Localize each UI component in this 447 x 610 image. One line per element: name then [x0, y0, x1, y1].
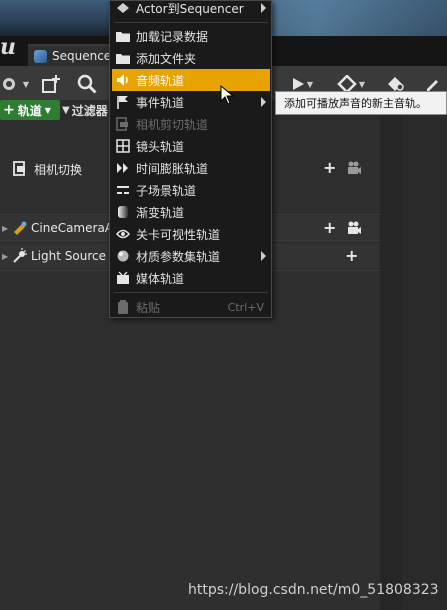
subscene-icon	[116, 183, 130, 197]
fade-icon	[116, 205, 130, 219]
track-label: Light Source	[31, 249, 106, 263]
menu-item-label: 粘贴	[136, 300, 161, 315]
menu-item-actor-to-sequencer[interactable]: Actor到Sequencer	[112, 0, 270, 19]
menu-item-label: 媒体轨道	[136, 271, 185, 286]
menu-item-audio-track[interactable]: 音频轨道	[112, 69, 270, 91]
menu-item-media-track[interactable]: 媒体轨道	[112, 267, 270, 289]
camera-options-button[interactable]: ▼	[0, 70, 30, 98]
submenu-arrow-icon	[261, 251, 266, 261]
paste-shortcut: Ctrl+V	[227, 300, 264, 314]
actor-icon	[116, 1, 130, 15]
menu-item-label: Actor到Sequencer	[136, 1, 244, 16]
filter-label: 过滤器	[71, 103, 108, 118]
track-label: CineCameraAc	[31, 221, 120, 235]
clipboard-icon	[116, 300, 130, 314]
search-button[interactable]	[74, 70, 100, 98]
menu-divider	[114, 292, 268, 293]
camera-cut-camera-icon[interactable]	[346, 160, 362, 176]
timeline-area[interactable]	[380, 102, 447, 610]
search-icon	[77, 74, 97, 94]
audio-track-tooltip: 添加可播放声音的新主音轨。	[275, 91, 447, 115]
menu-item-material-parameter-track[interactable]: 材质参数集轨道	[112, 245, 270, 267]
chevron-down-icon: ▼	[44, 105, 51, 115]
play-icon	[292, 78, 304, 90]
funnel-icon: ▼	[62, 104, 70, 116]
cinecamera-lock-icon[interactable]	[346, 220, 362, 236]
mouse-cursor-icon	[220, 85, 234, 105]
speaker-icon	[116, 73, 130, 87]
flag-icon	[116, 95, 130, 109]
expand-arrow-icon: ▶	[2, 223, 9, 233]
add-track-button[interactable]: + 轨道 ▼	[0, 100, 60, 120]
menu-item-paste: 粘贴 Ctrl+V	[112, 296, 270, 318]
menu-item-label: 关卡可视性轨道	[136, 227, 221, 242]
menu-item-load-recorded-data[interactable]: 加载记录数据	[112, 25, 270, 47]
film-grid-icon	[116, 139, 130, 153]
material-icon	[116, 249, 130, 263]
filter-button[interactable]: ▼ 过滤器	[62, 100, 108, 120]
unreal-logo-icon: u	[0, 34, 16, 60]
eye-icon	[116, 227, 130, 241]
sequencer-tab-icon	[34, 49, 47, 63]
pencil-icon	[427, 80, 438, 91]
watermark-text: https://blog.csdn.net/m0_51808323	[188, 582, 439, 598]
time-dilation-icon	[116, 161, 130, 175]
menu-item-subscene-track[interactable]: 子场景轨道	[112, 179, 270, 201]
tab-sequencer[interactable]: Sequence	[28, 44, 112, 66]
folder-icon	[116, 51, 130, 65]
camera-cut-add-button[interactable]: +	[323, 160, 336, 176]
camera-icon	[2, 78, 15, 90]
menu-item-label: 镜头轨道	[136, 139, 185, 154]
expand-arrow-icon: ▶	[2, 251, 9, 261]
menu-item-label: 时间膨胀轨道	[136, 161, 209, 176]
tab-label: Sequence	[52, 49, 112, 63]
menu-item-label: 音频轨道	[136, 73, 185, 88]
submenu-arrow-icon	[261, 3, 266, 13]
add-key-icon	[42, 75, 60, 93]
menu-item-add-folder[interactable]: 添加文件夹	[112, 47, 270, 69]
camera-cut-label: 相机切换	[34, 162, 83, 177]
submenu-arrow-icon	[261, 97, 266, 107]
menu-item-label: 添加文件夹	[136, 51, 197, 66]
add-track-label: 轨道	[17, 103, 42, 118]
add-track-menu: Actor到Sequencer 加载记录数据 添加文件夹 音频轨道 事件轨道 相…	[109, 0, 272, 318]
folder-icon	[116, 29, 130, 43]
menu-item-label: 子场景轨道	[136, 183, 197, 198]
add-key-button[interactable]	[38, 70, 64, 98]
menu-item-camera-cut-track: 相机剪切轨道	[112, 113, 270, 135]
menu-item-event-track[interactable]: 事件轨道	[112, 91, 270, 113]
menu-item-shot-track[interactable]: 镜头轨道	[112, 135, 270, 157]
menu-item-label: 事件轨道	[136, 95, 185, 110]
menu-item-time-dilation-track[interactable]: 时间膨胀轨道	[112, 157, 270, 179]
media-icon	[116, 271, 130, 285]
menu-divider	[114, 22, 268, 23]
menu-item-label: 加载记录数据	[136, 29, 209, 44]
light-source-add-button[interactable]: +	[345, 248, 358, 264]
plus-icon: +	[3, 102, 15, 118]
cinecamera-icon	[14, 221, 27, 235]
camera-cut-icon	[116, 117, 130, 131]
camera-cut-icon	[13, 161, 25, 176]
menu-item-label: 材质参数集轨道	[136, 249, 221, 264]
menu-item-fade-track[interactable]: 渐变轨道	[112, 201, 270, 223]
light-icon	[13, 248, 27, 263]
menu-item-label: 相机剪切轨道	[136, 117, 209, 132]
cinecamera-add-button[interactable]: +	[323, 220, 336, 236]
tooltip-text: 添加可播放声音的新主音轨。	[284, 97, 427, 110]
menu-item-label: 渐变轨道	[136, 205, 185, 220]
menu-item-level-visibility-track[interactable]: 关卡可视性轨道	[112, 223, 270, 245]
